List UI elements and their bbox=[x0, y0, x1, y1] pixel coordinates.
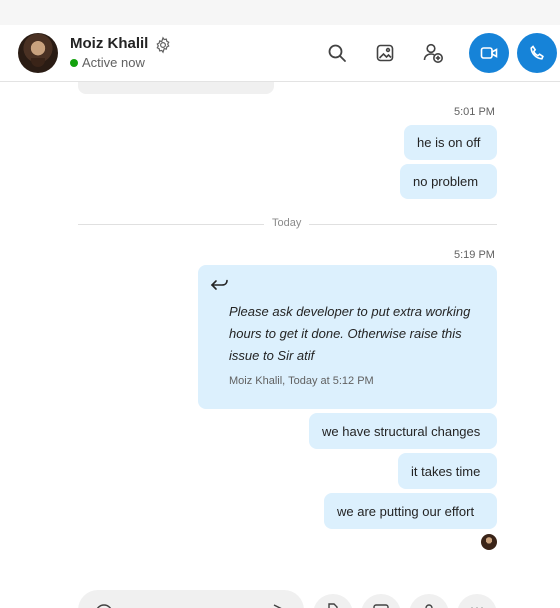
file-icon bbox=[328, 603, 338, 608]
day-divider-label: Today bbox=[264, 217, 310, 229]
audio-call-icon bbox=[530, 45, 544, 60]
quoted-message-bubble[interactable]: Please ask developer to put extra workin… bbox=[198, 265, 497, 409]
video-call-button[interactable] bbox=[469, 33, 509, 73]
contact-share-button[interactable] bbox=[409, 594, 449, 608]
message-bubble[interactable]: he is on off bbox=[404, 125, 497, 160]
message-timestamp: 5:19 PM bbox=[454, 249, 495, 261]
read-receipt-avatar bbox=[481, 534, 497, 550]
contact-avatar[interactable] bbox=[18, 33, 58, 73]
chat-header: Moiz Khalil Active now bbox=[0, 25, 560, 82]
reply-arrow-icon bbox=[210, 277, 230, 293]
gallery-icon[interactable] bbox=[372, 40, 398, 66]
status-text: Active now bbox=[82, 55, 145, 70]
settings-gear-icon[interactable] bbox=[154, 36, 172, 54]
audio-call-button[interactable] bbox=[517, 33, 557, 73]
media-icon bbox=[373, 604, 389, 608]
add-people-icon[interactable] bbox=[420, 40, 446, 66]
send-icon[interactable] bbox=[272, 603, 286, 608]
message-bubble[interactable]: we are putting our effort bbox=[324, 493, 497, 529]
presence-status: Active now bbox=[70, 55, 145, 70]
more-options-button[interactable] bbox=[457, 594, 497, 608]
video-call-icon bbox=[480, 47, 498, 59]
message-bubble[interactable]: no problem bbox=[400, 164, 497, 199]
message-timestamp: 5:01 PM bbox=[454, 106, 495, 118]
message-bubble[interactable]: it takes time bbox=[398, 453, 497, 489]
window-top-strip bbox=[0, 0, 560, 25]
emoji-icon[interactable] bbox=[94, 603, 114, 608]
quoted-meta: Moiz Khalil, Today at 5:12 PM bbox=[229, 375, 374, 387]
message-input[interactable] bbox=[78, 590, 304, 608]
contact-name[interactable]: Moiz Khalil bbox=[70, 35, 148, 52]
online-dot-icon bbox=[70, 59, 78, 67]
message-bubble[interactable]: we have structural changes bbox=[309, 413, 497, 449]
file-button[interactable] bbox=[313, 594, 353, 608]
search-icon[interactable] bbox=[324, 40, 350, 66]
quoted-text: Please ask developer to put extra workin… bbox=[229, 304, 471, 363]
person-icon bbox=[425, 604, 433, 608]
media-button[interactable] bbox=[361, 594, 401, 608]
